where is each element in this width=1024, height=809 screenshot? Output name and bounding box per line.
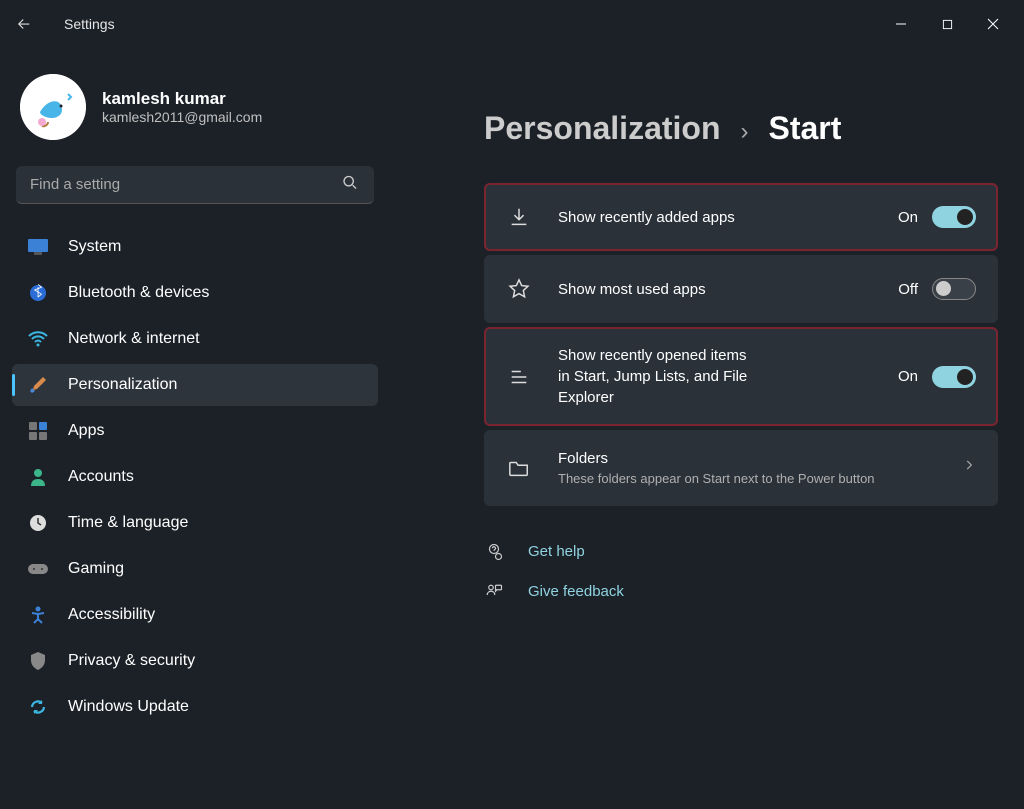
update-icon [28,697,48,717]
sidebar-item-label: Privacy & security [68,652,195,670]
folder-icon [506,458,532,478]
sidebar-item-label: Gaming [68,560,124,578]
setting-subtitle: These folders appear on Start next to th… [558,471,936,488]
sidebar-item-label: Time & language [68,514,188,532]
sidebar-item-privacy[interactable]: Privacy & security [12,640,378,682]
sidebar-item-label: Accounts [68,468,134,486]
help-links: Get help Give feedback [484,542,998,602]
apps-icon [28,421,48,441]
page-title: Start [769,110,842,147]
toggle-switch[interactable] [932,278,976,300]
sidebar-item-label: Windows Update [68,698,189,716]
sidebar-item-windows-update[interactable]: Windows Update [12,686,378,728]
bluetooth-icon [28,283,48,303]
wifi-icon [28,329,48,349]
sidebar-item-label: Network & internet [68,330,200,348]
chevron-right-icon: › [741,118,749,146]
sidebar: kamlesh kumar kamlesh2011@gmail.com Syst… [0,48,390,809]
toggle-state-label: Off [898,281,918,298]
avatar [20,74,86,140]
maximize-icon [942,19,953,30]
titlebar: Settings [0,0,1024,48]
person-icon [28,467,48,487]
toggle-state-label: On [898,368,918,385]
link-label: Give feedback [528,583,624,600]
sidebar-item-time-language[interactable]: Time & language [12,502,378,544]
setting-most-used-apps[interactable]: Show most used apps Off [484,255,998,323]
sidebar-item-bluetooth[interactable]: Bluetooth & devices [12,272,378,314]
back-button[interactable] [4,4,44,44]
app-title: Settings [64,16,115,32]
download-icon [506,206,532,228]
back-arrow-icon [15,15,33,33]
breadcrumb: Personalization › Start [484,110,998,147]
sidebar-item-accessibility[interactable]: Accessibility [12,594,378,636]
search-icon [342,175,358,196]
sidebar-item-network[interactable]: Network & internet [12,318,378,360]
sidebar-item-label: Personalization [68,376,177,394]
paintbrush-icon [28,375,48,395]
close-icon [987,18,999,30]
user-profile[interactable]: kamlesh kumar kamlesh2011@gmail.com [12,66,378,152]
chevron-right-icon [962,458,976,477]
give-feedback-link[interactable]: Give feedback [484,582,998,602]
list-icon [506,366,532,388]
setting-title: Show recently added apps [558,207,758,228]
toggle-switch[interactable] [932,206,976,228]
toggle-switch[interactable] [932,366,976,388]
feedback-icon [484,582,504,602]
sidebar-item-gaming[interactable]: Gaming [12,548,378,590]
link-label: Get help [528,543,585,560]
setting-title: Show recently opened items in Start, Jum… [558,345,758,408]
minimize-icon [895,18,907,30]
gamepad-icon [28,559,48,579]
sidebar-item-accounts[interactable]: Accounts [12,456,378,498]
setting-recently-opened-items[interactable]: Show recently opened items in Start, Jum… [484,327,998,426]
toggle-state-label: On [898,209,918,226]
minimize-button[interactable] [878,8,924,40]
search-input[interactable] [16,166,374,204]
search-wrap [16,166,374,204]
sidebar-item-label: Bluetooth & devices [68,284,209,302]
breadcrumb-parent[interactable]: Personalization [484,110,721,147]
sidebar-item-label: System [68,238,121,256]
star-icon [506,278,532,300]
close-button[interactable] [970,8,1016,40]
setting-folders[interactable]: Folders These folders appear on Start ne… [484,430,998,506]
user-email: kamlesh2011@gmail.com [102,109,262,125]
setting-title: Folders [558,448,936,469]
monitor-icon [28,237,48,257]
sidebar-item-label: Accessibility [68,606,155,624]
setting-title: Show most used apps [558,279,758,300]
accessibility-icon [28,605,48,625]
settings-list: Show recently added apps On Show most us… [484,183,998,506]
sidebar-item-personalization[interactable]: Personalization [12,364,378,406]
nav: System Bluetooth & devices Network & int… [12,226,378,728]
main-content: Personalization › Start Show recently ad… [390,48,1024,809]
setting-recently-added-apps[interactable]: Show recently added apps On [484,183,998,251]
window-controls [878,8,1016,40]
maximize-button[interactable] [924,8,970,40]
user-name: kamlesh kumar [102,89,262,109]
sidebar-item-label: Apps [68,422,104,440]
sidebar-item-system[interactable]: System [12,226,378,268]
shield-icon [28,651,48,671]
get-help-link[interactable]: Get help [484,542,998,562]
sidebar-item-apps[interactable]: Apps [12,410,378,452]
help-icon [484,542,504,562]
clock-icon [28,513,48,533]
